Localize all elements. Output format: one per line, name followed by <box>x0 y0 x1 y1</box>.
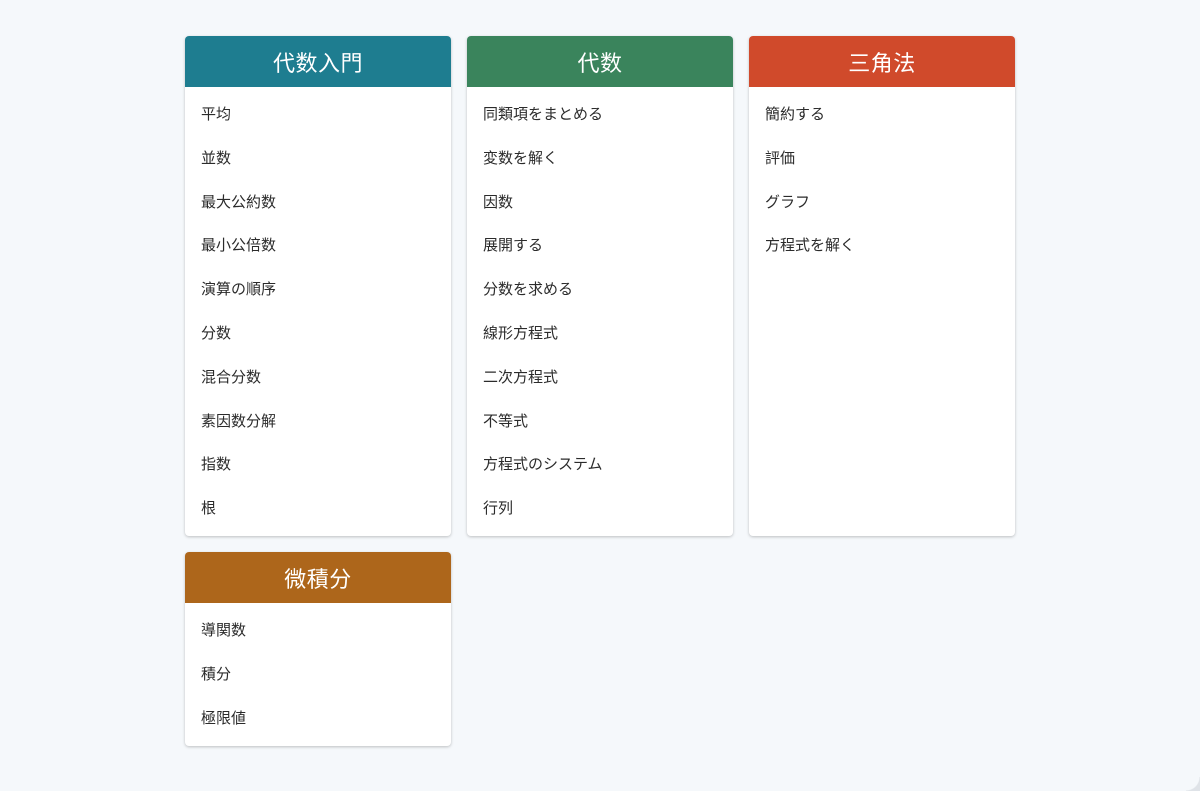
topic-item[interactable]: 簡約する <box>749 93 1015 137</box>
topic-item[interactable]: 分数 <box>185 312 451 356</box>
topic-item[interactable]: 変数を解く <box>467 137 733 181</box>
topic-list-calculus: 導関数 積分 極限値 <box>185 603 451 746</box>
topic-list-trigonometry: 簡約する 評価 グラフ 方程式を解く <box>749 87 1015 268</box>
topic-item[interactable]: グラフ <box>749 181 1015 225</box>
topic-item[interactable]: 分数を求める <box>467 268 733 312</box>
topic-item[interactable]: 根 <box>185 487 451 531</box>
topic-item[interactable]: 指数 <box>185 443 451 487</box>
topic-item[interactable]: 平均 <box>185 93 451 137</box>
topic-item[interactable]: 同類項をまとめる <box>467 93 733 137</box>
topic-item[interactable]: 方程式を解く <box>749 224 1015 268</box>
topic-item[interactable]: 方程式のシステム <box>467 443 733 487</box>
card-trigonometry: 三角法 簡約する 評価 グラフ 方程式を解く <box>749 36 1015 536</box>
topic-list-intro-algebra: 平均 並数 最大公約数 最小公倍数 演算の順序 分数 混合分数 素因数分解 指数… <box>185 87 451 531</box>
topic-item[interactable]: 因数 <box>467 181 733 225</box>
card-calculus: 微積分 導関数 積分 極限値 <box>185 552 451 747</box>
topic-item[interactable]: 展開する <box>467 224 733 268</box>
window-corner <box>1186 777 1200 791</box>
card-intro-algebra: 代数入門 平均 並数 最大公約数 最小公倍数 演算の順序 分数 混合分数 素因数… <box>185 36 451 536</box>
card-header-calculus[interactable]: 微積分 <box>185 552 451 603</box>
topic-item[interactable]: 演算の順序 <box>185 268 451 312</box>
topic-item[interactable]: 並数 <box>185 137 451 181</box>
card-header-algebra[interactable]: 代数 <box>467 36 733 87</box>
card-header-intro-algebra[interactable]: 代数入門 <box>185 36 451 87</box>
topic-item[interactable]: 不等式 <box>467 400 733 444</box>
course-grid: 代数入門 平均 並数 最大公約数 最小公倍数 演算の順序 分数 混合分数 素因数… <box>185 36 1015 747</box>
topic-item[interactable]: 評価 <box>749 137 1015 181</box>
topic-item[interactable]: 積分 <box>185 653 451 697</box>
topic-item[interactable]: 二次方程式 <box>467 356 733 400</box>
topic-item[interactable]: 最小公倍数 <box>185 224 451 268</box>
topic-item[interactable]: 導関数 <box>185 609 451 653</box>
topic-item[interactable]: 極限値 <box>185 697 451 741</box>
card-header-trigonometry[interactable]: 三角法 <box>749 36 1015 87</box>
topic-item[interactable]: 線形方程式 <box>467 312 733 356</box>
topic-list-algebra: 同類項をまとめる 変数を解く 因数 展開する 分数を求める 線形方程式 二次方程… <box>467 87 733 531</box>
topic-item[interactable]: 行列 <box>467 487 733 531</box>
topic-item[interactable]: 最大公約数 <box>185 181 451 225</box>
card-algebra: 代数 同類項をまとめる 変数を解く 因数 展開する 分数を求める 線形方程式 二… <box>467 36 733 536</box>
topic-item[interactable]: 混合分数 <box>185 356 451 400</box>
topic-item[interactable]: 素因数分解 <box>185 400 451 444</box>
